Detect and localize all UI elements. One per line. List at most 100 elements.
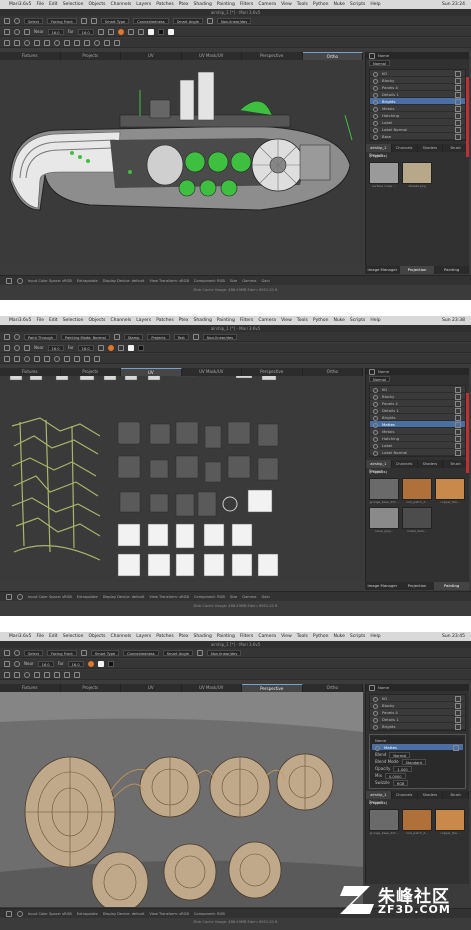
marquee-icon[interactable] bbox=[90, 17, 97, 24]
menu-help[interactable]: Help bbox=[370, 632, 380, 641]
menu-nuke[interactable]: Nuke bbox=[333, 632, 344, 641]
layer-item[interactable]: Brights bbox=[370, 723, 465, 730]
lut-icon[interactable] bbox=[6, 910, 12, 917]
menu-channels[interactable]: Channels bbox=[110, 0, 131, 9]
uv-viewport[interactable] bbox=[0, 376, 363, 581]
lut-icon[interactable] bbox=[6, 593, 12, 600]
property-value[interactable]: Normal bbox=[389, 751, 411, 758]
near-field[interactable]: 16.0 bbox=[37, 660, 54, 667]
far-field[interactable]: 16.0 bbox=[77, 344, 94, 351]
menu-filters[interactable]: Filters bbox=[240, 0, 254, 9]
view-transform[interactable]: View Transform: sRGB bbox=[149, 595, 189, 599]
move-tool-icon[interactable] bbox=[4, 17, 10, 24]
image-thumbnail[interactable] bbox=[435, 809, 465, 831]
layer-item-selected[interactable]: Mattes bbox=[372, 744, 463, 751]
property-value[interactable]: 1.000 bbox=[393, 765, 412, 772]
input-color-space[interactable]: Input Color Space: sRGB bbox=[28, 279, 72, 283]
camera-icon[interactable] bbox=[64, 671, 70, 678]
light-icon[interactable] bbox=[94, 39, 100, 46]
menu-objects[interactable]: Objects bbox=[88, 316, 105, 325]
layer-item[interactable]: Panels 4 bbox=[370, 400, 465, 407]
menu-shading[interactable]: Shading bbox=[194, 632, 212, 641]
display-device[interactable]: Display Device: default bbox=[103, 279, 145, 283]
patch-icon[interactable] bbox=[64, 39, 70, 46]
layer-item[interactable]: KO bbox=[370, 70, 465, 77]
menu-patches[interactable]: Patches bbox=[156, 0, 173, 9]
menu-painting[interactable]: Painting bbox=[217, 0, 235, 9]
text-field[interactable]: Text bbox=[173, 333, 189, 340]
undo-icon[interactable] bbox=[94, 355, 100, 362]
stamp-icon[interactable] bbox=[97, 344, 104, 351]
display-device[interactable]: Display Device: default bbox=[103, 595, 145, 599]
tab-perspective[interactable]: Perspective bbox=[242, 684, 303, 692]
layer-item[interactable]: Label bbox=[370, 442, 465, 449]
menu-file[interactable]: File bbox=[36, 0, 44, 9]
layer-item[interactable]: Label Normal bbox=[370, 449, 465, 456]
menu-filters[interactable]: Filters bbox=[240, 316, 254, 325]
record-icon[interactable] bbox=[87, 660, 94, 667]
palette-menu-icon[interactable] bbox=[369, 684, 375, 691]
eraser-icon[interactable] bbox=[14, 28, 20, 35]
transform-icon[interactable] bbox=[74, 39, 80, 46]
component-selector[interactable]: Component: RGB bbox=[194, 595, 225, 599]
menu-layers[interactable]: Layers bbox=[136, 632, 151, 641]
extrapolate-toggle[interactable]: Extrapolate bbox=[77, 595, 98, 599]
menu-camera[interactable]: Camera bbox=[258, 0, 276, 9]
layer-item[interactable]: KO bbox=[370, 695, 465, 702]
record-icon[interactable] bbox=[117, 28, 124, 35]
eraser-icon[interactable] bbox=[14, 344, 20, 351]
blend-mode-field[interactable]: Normal bbox=[369, 375, 391, 382]
property-value[interactable]: RGB bbox=[392, 779, 409, 786]
image-thumbnail[interactable] bbox=[402, 162, 432, 184]
menu-selection[interactable]: Selection bbox=[63, 632, 84, 641]
menu-camera[interactable]: Camera bbox=[258, 316, 276, 325]
menu-patches[interactable]: Patches bbox=[156, 316, 173, 325]
painting-mode-dropdown[interactable]: Painting Mode: Normal bbox=[60, 333, 110, 340]
layer-item[interactable]: Blocky bbox=[370, 702, 465, 709]
tab-uvmask[interactable]: UV Mask/UV bbox=[182, 368, 242, 376]
menu-channels[interactable]: Channels bbox=[110, 632, 131, 641]
view-transform[interactable]: View Transform: sRGB bbox=[149, 912, 189, 916]
histogram-icon[interactable] bbox=[17, 277, 23, 284]
clone-icon[interactable] bbox=[14, 39, 20, 46]
menu-python[interactable]: Python bbox=[313, 632, 329, 641]
menu-help[interactable]: Help bbox=[370, 316, 380, 325]
lock-icon[interactable] bbox=[196, 649, 203, 656]
menu-view[interactable]: View bbox=[281, 316, 292, 325]
tab-uv[interactable]: UV bbox=[121, 52, 182, 60]
tab-uv[interactable]: UV bbox=[121, 684, 182, 692]
menu-app[interactable]: Mari3.6v5 bbox=[9, 0, 31, 9]
record-icon[interactable] bbox=[107, 344, 114, 351]
eraser-icon[interactable] bbox=[14, 660, 20, 667]
tab-shaders[interactable]: Shaders bbox=[418, 791, 444, 799]
layer-item[interactable]: Details 1 bbox=[370, 716, 465, 723]
menu-edit[interactable]: Edit bbox=[49, 0, 58, 9]
property-value[interactable]: 0.0000 bbox=[384, 772, 406, 779]
select-circle-icon[interactable] bbox=[54, 355, 60, 362]
tab-painting[interactable]: Painting bbox=[434, 266, 469, 274]
camera-icon[interactable] bbox=[84, 355, 90, 362]
layer-item-selected[interactable]: Mattes bbox=[370, 421, 465, 428]
near-field[interactable]: 16.0 bbox=[47, 344, 64, 351]
palette-menu-icon[interactable] bbox=[369, 368, 375, 375]
mask-icon[interactable] bbox=[137, 28, 144, 35]
tab-shaders[interactable]: Shaders bbox=[418, 144, 444, 152]
image-thumbnail[interactable] bbox=[435, 478, 465, 500]
extrapolate-toggle[interactable]: Extrapolate bbox=[77, 912, 98, 916]
brush-icon[interactable] bbox=[4, 28, 10, 35]
smear-icon[interactable] bbox=[34, 39, 40, 46]
tab-uv[interactable]: UV bbox=[121, 368, 182, 376]
tab-perspective[interactable]: Perspective bbox=[242, 368, 303, 376]
tab-channels[interactable]: Channels bbox=[392, 460, 418, 468]
tab-channels[interactable]: Channels bbox=[392, 144, 418, 152]
blur-icon[interactable] bbox=[24, 671, 30, 678]
layer-item[interactable]: Brights bbox=[370, 414, 465, 421]
layer-item[interactable]: Panels 4 bbox=[370, 84, 465, 91]
menu-python[interactable]: Python bbox=[313, 0, 329, 9]
menu-layers[interactable]: Layers bbox=[136, 0, 151, 9]
rotate-tool-icon[interactable] bbox=[14, 333, 20, 340]
tab-fixtures[interactable]: Fixtures bbox=[0, 684, 61, 692]
layer-item[interactable]: Blocky bbox=[370, 77, 465, 84]
component-selector[interactable]: Component: RGB bbox=[194, 279, 225, 283]
lut-icon[interactable] bbox=[6, 277, 12, 284]
